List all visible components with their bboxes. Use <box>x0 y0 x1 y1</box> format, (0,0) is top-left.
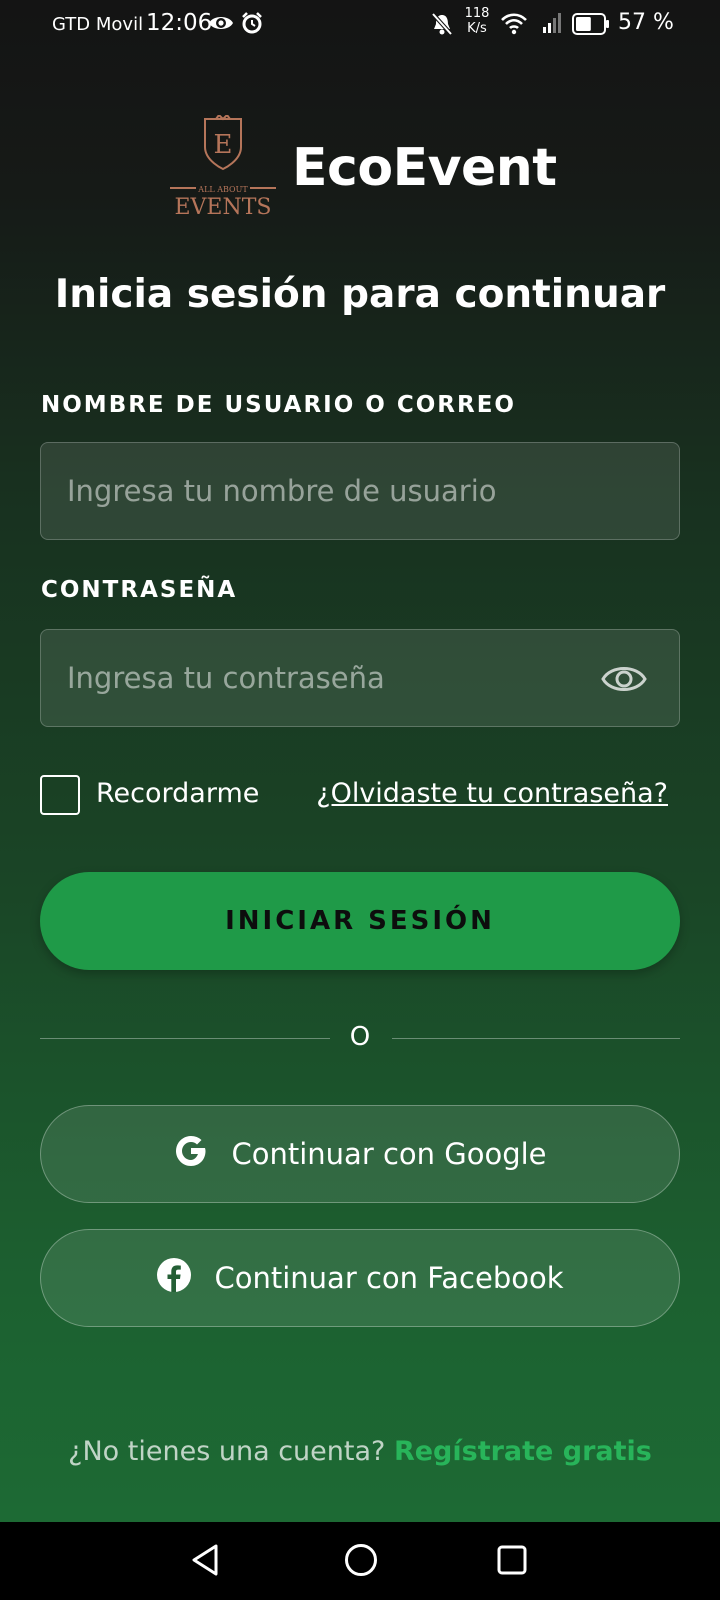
logo-small-text: ALL ABOUT <box>197 185 248 194</box>
status-bar: GTD Movil 12:06 118 K/s 57 % <box>0 0 720 50</box>
system-nav-bar <box>0 1522 720 1600</box>
password-input[interactable] <box>65 630 625 726</box>
divider-line-right <box>392 1038 680 1039</box>
battery-percent: 57 % <box>618 10 674 35</box>
forgot-password-link[interactable]: ¿Olvidaste tu contraseña? <box>316 778 668 809</box>
wifi-icon <box>500 12 528 40</box>
signup-text: ¿No tienes una cuenta? <box>68 1436 386 1467</box>
back-icon[interactable] <box>190 1543 220 1581</box>
facebook-button-label: Continuar con Facebook <box>214 1261 564 1295</box>
clock-time: 12:06 <box>146 10 213 36</box>
battery-icon <box>572 13 610 39</box>
eye-icon <box>208 13 234 37</box>
network-speed-unit: K/s <box>467 21 487 36</box>
divider-or: O <box>349 1022 371 1052</box>
username-label: NOMBRE DE USUARIO O CORREO <box>41 392 516 418</box>
signal-icon <box>542 12 564 38</box>
remember-me-checkbox[interactable] <box>40 775 80 815</box>
network-speed-value: 118 <box>464 6 490 21</box>
logo-letter: E <box>214 130 233 160</box>
google-button-label: Continuar con Google <box>231 1137 547 1171</box>
facebook-login-button[interactable]: Continuar con Facebook <box>40 1229 680 1327</box>
app-title: EcoEvent <box>292 138 557 198</box>
username-input[interactable] <box>65 443 625 539</box>
login-button-label: INICIAR SESIÓN <box>225 906 495 936</box>
remember-me-label[interactable]: Recordarme <box>96 778 259 809</box>
app-logo: E ALL ABOUT EVENTS <box>170 113 276 225</box>
signup-link[interactable]: Regístrate gratis <box>394 1436 652 1467</box>
login-button[interactable]: INICIAR SESIÓN <box>40 872 680 970</box>
google-login-button[interactable]: Continuar con Google <box>40 1105 680 1203</box>
bell-off-icon <box>431 12 453 40</box>
password-label: CONTRASEÑA <box>41 577 238 603</box>
password-field-box[interactable] <box>40 629 680 727</box>
google-icon <box>173 1133 231 1176</box>
show-password-icon[interactable] <box>601 662 647 696</box>
network-speed: 118 K/s <box>460 6 494 36</box>
alarm-icon <box>240 11 264 39</box>
recent-apps-icon[interactable] <box>497 1545 527 1579</box>
facebook-icon <box>156 1257 214 1300</box>
carrier-name: GTD Movil <box>52 14 144 35</box>
username-field-box[interactable] <box>40 442 680 540</box>
home-icon[interactable] <box>344 1543 378 1581</box>
page-title: Inicia sesión para continuar <box>54 272 666 317</box>
signup-prompt: ¿No tienes una cuenta? Regístrate gratis <box>0 1436 720 1467</box>
logo-big-text: EVENTS <box>174 195 271 220</box>
